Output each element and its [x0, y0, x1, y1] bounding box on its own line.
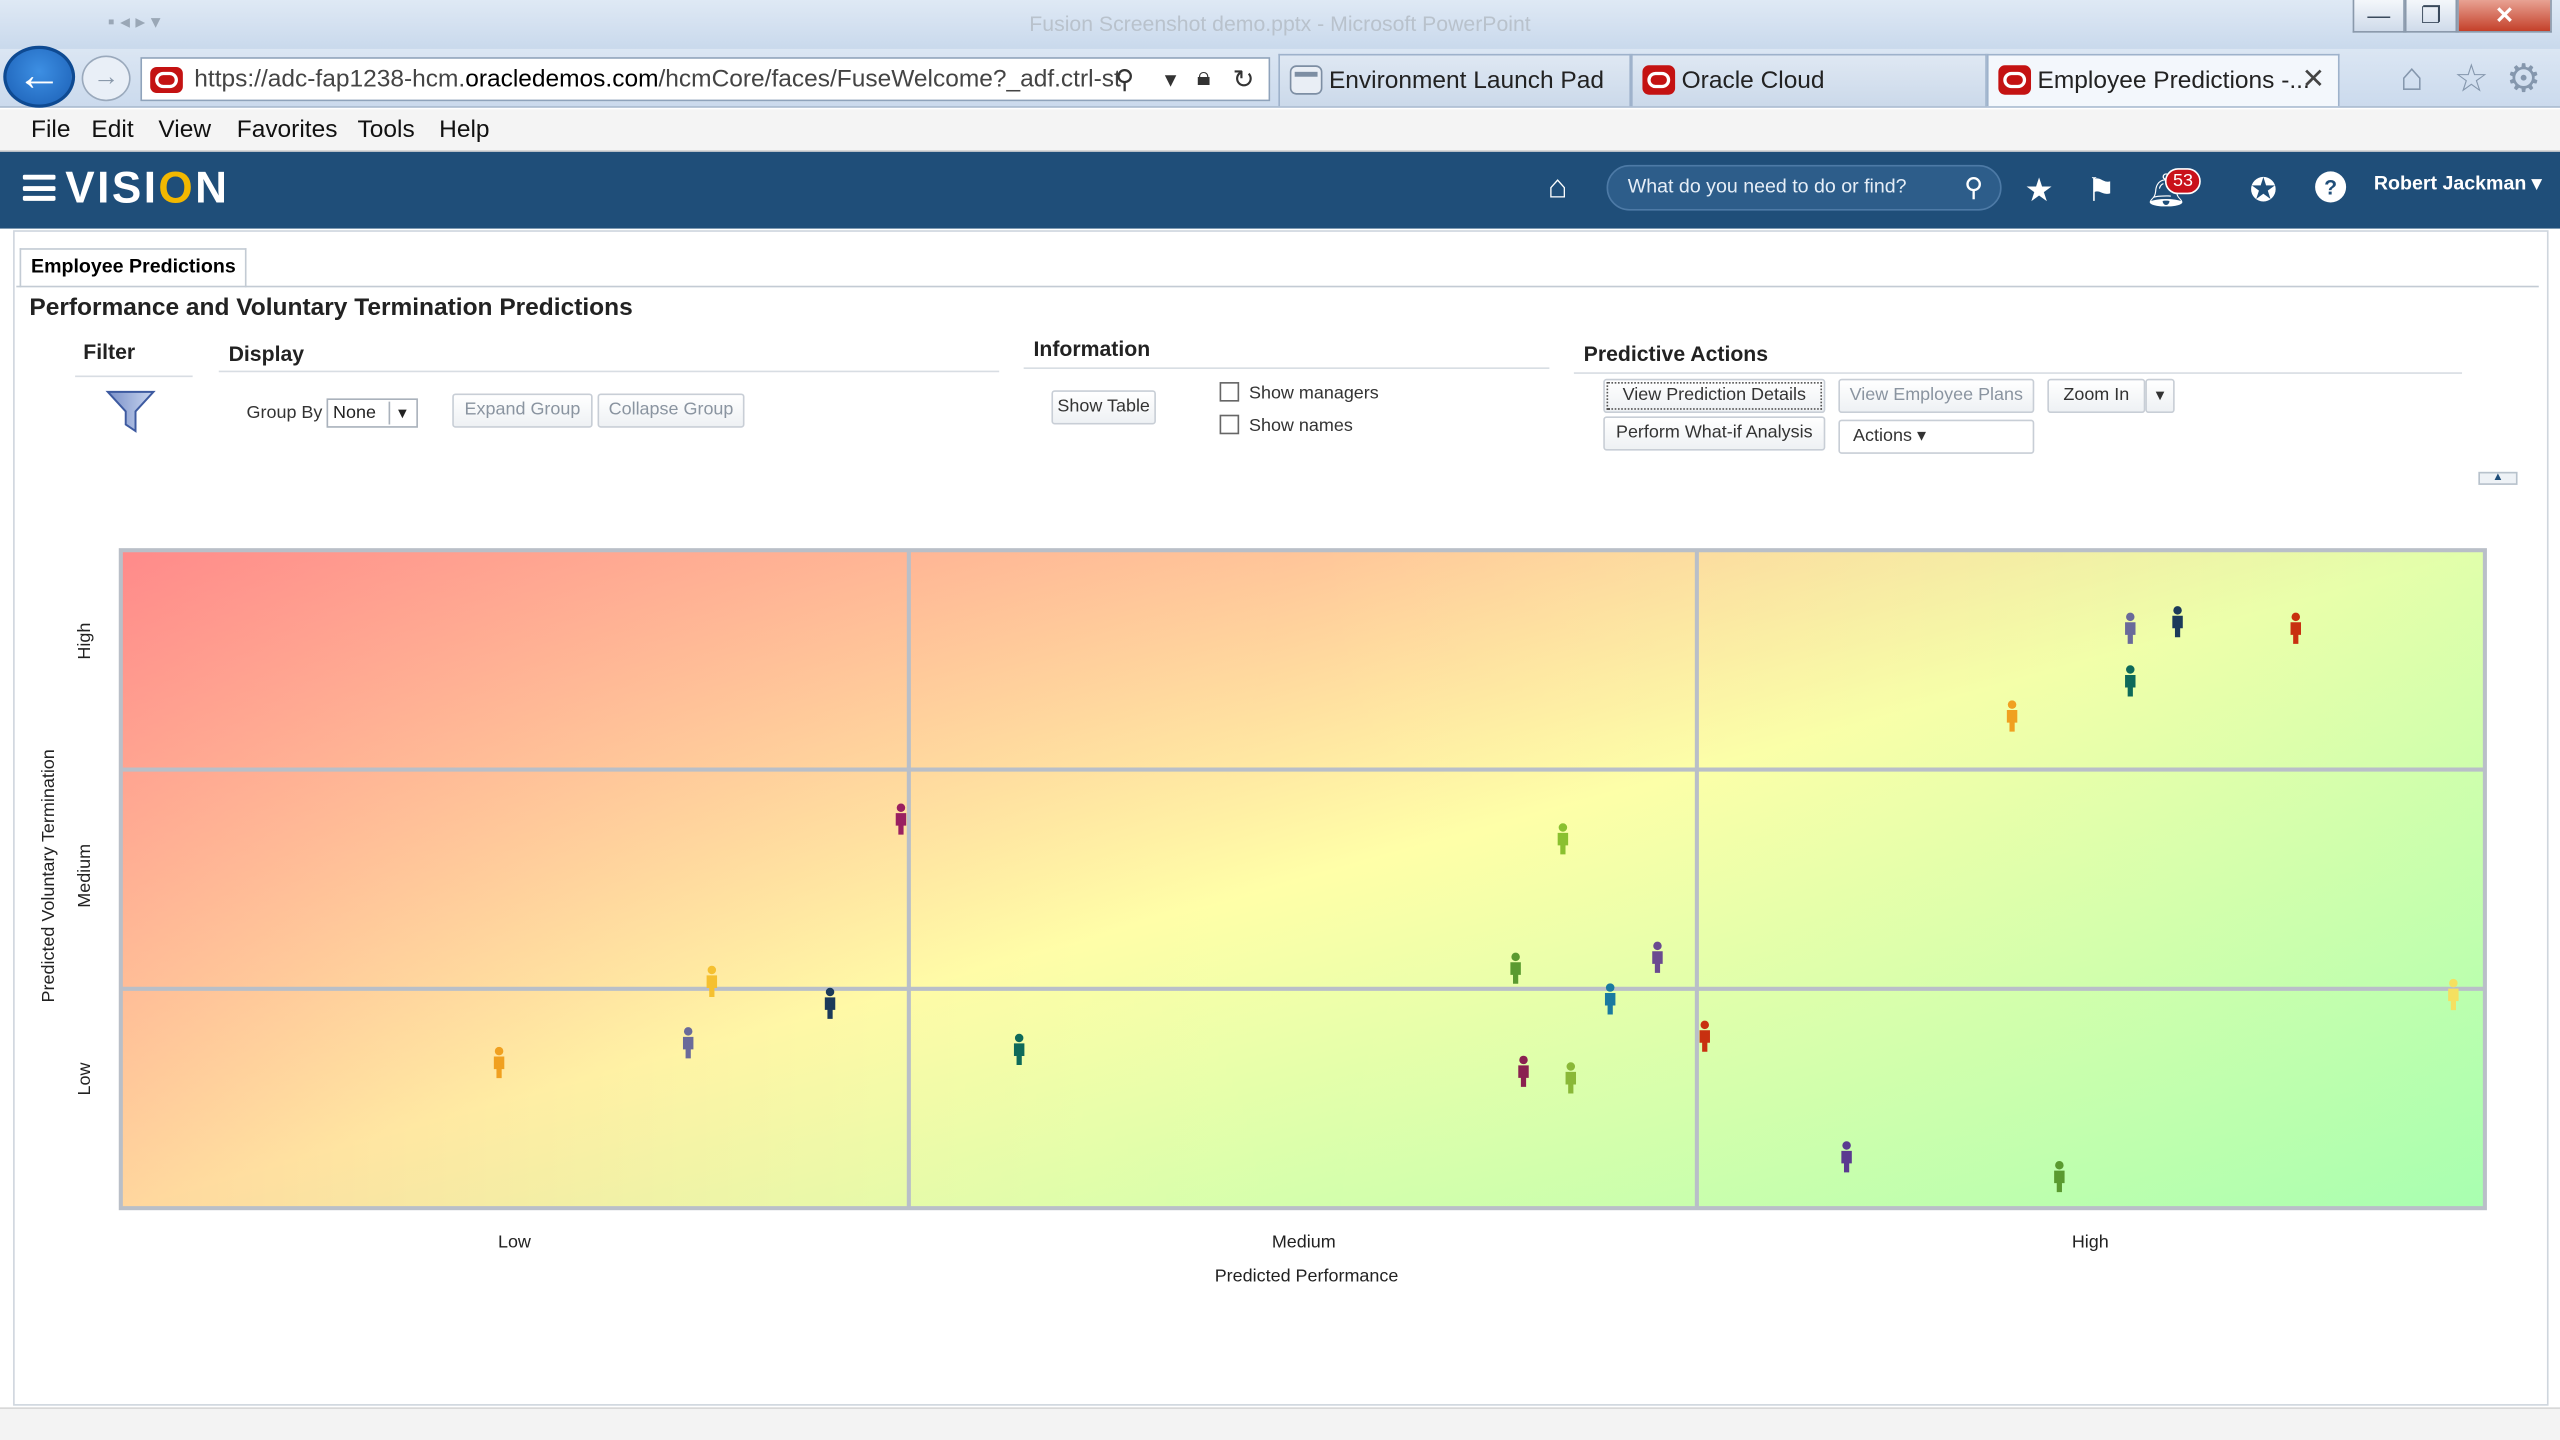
group-by-label: Group By: [246, 403, 323, 423]
settings-gear-icon[interactable]: ⚙: [2506, 56, 2541, 103]
tab-oracle-cloud[interactable]: Oracle Cloud: [1631, 53, 1987, 107]
menu-file[interactable]: File: [31, 116, 70, 144]
prediction-scatter-chart: [118, 548, 2487, 1211]
menu-help[interactable]: Help: [439, 116, 489, 144]
home-icon[interactable]: ⌂: [2400, 56, 2424, 102]
oracle-icon: [1642, 65, 1676, 95]
navigator-menu-icon[interactable]: [22, 174, 56, 201]
lock-icon: 🔒︎: [1196, 63, 1211, 92]
menu-tools[interactable]: Tools: [358, 116, 415, 144]
menu-edit[interactable]: Edit: [91, 116, 133, 144]
expand-group-button[interactable]: Expand Group: [452, 393, 593, 428]
watchlist-flag-icon[interactable]: ⚑: [2087, 170, 2116, 211]
y-tick-medium: Medium: [75, 843, 95, 908]
x-tick-medium: Medium: [1271, 1232, 1336, 1253]
search-icon[interactable]: ⚲: [1115, 64, 1134, 97]
information-divider: [1023, 367, 1550, 369]
tab-divider: [16, 285, 2539, 288]
user-menu[interactable]: Robert Jackman ▾: [2374, 171, 2542, 194]
x-axis-title: Predicted Performance: [1214, 1266, 1399, 1287]
chevron-down-icon[interactable]: ▼: [388, 401, 415, 425]
back-button[interactable]: ←: [3, 45, 76, 108]
y-tick-low: Low: [75, 1062, 95, 1096]
home-icon[interactable]: ⌂: [1548, 170, 1568, 208]
y-axis-title: Predicted Voluntary Termination: [39, 749, 59, 1003]
collapse-group-button[interactable]: Collapse Group: [597, 393, 745, 428]
view-prediction-details-button[interactable]: View Prediction Details: [1603, 378, 1826, 414]
minimize-button[interactable]: —: [2352, 0, 2405, 33]
accessibility-icon[interactable]: ✪: [2250, 170, 2277, 211]
window-title: Fusion Screenshot demo.pptx - Microsoft …: [1029, 11, 1531, 36]
page-icon: [1289, 65, 1323, 95]
tab-environment-launch-pad[interactable]: Environment Launch Pad: [1278, 53, 1632, 107]
show-managers-label: Show managers: [1248, 383, 1379, 404]
search-input[interactable]: [1627, 174, 1955, 198]
dropdown-arrow-icon[interactable]: ▼: [1161, 69, 1180, 92]
tab-employee-predictions[interactable]: Employee Predictions -... ✕: [1986, 53, 2340, 107]
oracle-favicon-icon: [150, 66, 183, 94]
window-titlebar: ▪ ◂ ▸ ▾ Fusion Screenshot demo.pptx - Mi…: [0, 0, 2560, 49]
filter-divider: [75, 375, 193, 378]
plot-background-overlay: [120, 550, 2485, 1209]
information-header: Information: [1033, 336, 1151, 361]
refresh-icon[interactable]: ↻: [1233, 64, 1255, 97]
filter-funnel-icon[interactable]: [104, 389, 156, 443]
zoom-in-button[interactable]: Zoom In: [2047, 378, 2146, 414]
display-divider: [218, 370, 1000, 373]
forward-button[interactable]: →: [81, 55, 131, 102]
tab-employee-predictions-page[interactable]: Employee Predictions: [19, 248, 248, 288]
address-bar[interactable]: https://adc-fap1238-hcm.oracledemos.com/…: [140, 57, 1271, 102]
predictive-actions-divider: [1573, 372, 2463, 374]
predictive-actions-header: Predictive Actions: [1583, 341, 1769, 366]
perform-what-if-analysis-button[interactable]: Perform What-if Analysis: [1603, 416, 1826, 451]
collapse-pane-icon[interactable]: ▲: [2478, 471, 2518, 485]
back-arrow-icon: ←: [16, 48, 63, 100]
oracle-icon: [1998, 65, 2032, 95]
close-window-button[interactable]: ✕: [2457, 0, 2552, 33]
zoom-menu-button[interactable]: ▼: [2145, 378, 2175, 414]
show-table-button[interactable]: Show Table: [1051, 390, 1156, 425]
menu-favorites[interactable]: Favorites: [237, 116, 338, 144]
close-tab-icon[interactable]: ✕: [2302, 64, 2325, 97]
x-tick-high: High: [2071, 1232, 2109, 1253]
show-managers-checkbox[interactable]: [1219, 382, 1240, 402]
vision-logo[interactable]: VISION: [65, 163, 229, 214]
address-url[interactable]: https://adc-fap1238-hcm.oracledemos.com/…: [194, 65, 1121, 93]
group-by-select[interactable]: None ▼: [326, 398, 418, 428]
show-names-checkbox[interactable]: [1219, 414, 1240, 435]
y-tick-high: High: [75, 622, 95, 660]
view-employee-plans-button[interactable]: View Employee Plans: [1838, 378, 2035, 414]
show-names-label: Show names: [1248, 416, 1353, 436]
actions-menu[interactable]: Actions ▾: [1838, 419, 2035, 454]
forward-arrow-icon: →: [93, 63, 120, 92]
filter-header: Filter: [83, 339, 136, 365]
menu-view[interactable]: View: [158, 116, 211, 144]
favorites-star-icon[interactable]: ★: [2024, 170, 2053, 211]
x-tick-low: Low: [497, 1232, 531, 1253]
notification-count-badge: 53: [2164, 168, 2202, 195]
chevron-down-icon: ▼: [2152, 386, 2168, 404]
restore-button[interactable]: ❐: [2404, 0, 2458, 33]
favorites-star-icon[interactable]: ☆: [2454, 56, 2489, 103]
search-icon[interactable]: ⚲: [1964, 171, 1983, 204]
global-search[interactable]: ⚲: [1606, 164, 2002, 211]
status-strip: [0, 1407, 2560, 1440]
help-icon[interactable]: ?: [2315, 171, 2347, 203]
menu-bar: File Edit View Favorites Tools Help: [0, 109, 2560, 152]
display-header: Display: [228, 341, 305, 366]
page-title: Performance and Voluntary Termination Pr…: [29, 293, 633, 322]
